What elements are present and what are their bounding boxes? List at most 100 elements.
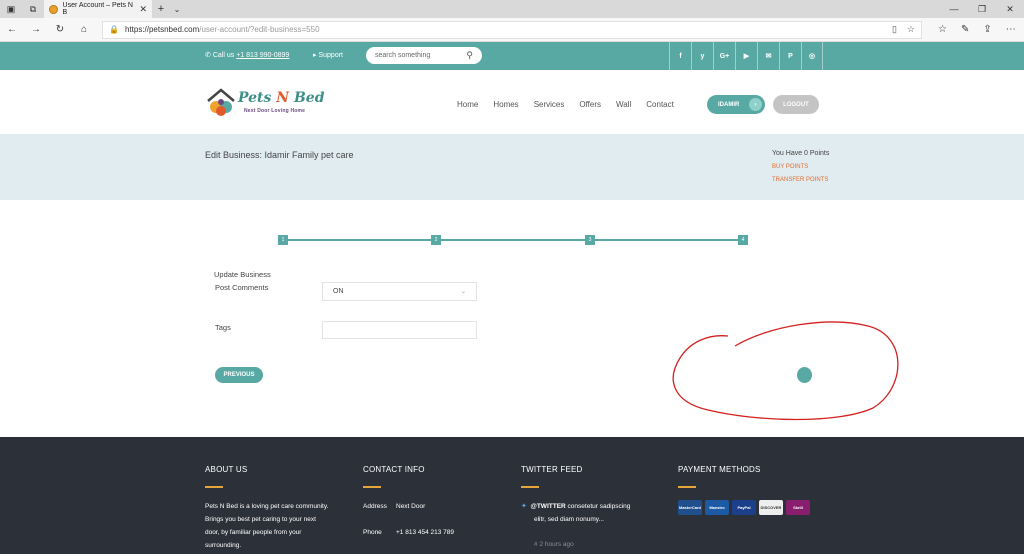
section-heading: Update Business	[214, 270, 271, 279]
facebook-icon[interactable]: f	[669, 42, 691, 70]
hash-icon: #	[534, 541, 538, 548]
nav-wall[interactable]: Wall	[616, 100, 631, 109]
close-tab-icon[interactable]: ✕	[139, 4, 147, 15]
support-label: Support	[318, 52, 343, 59]
main-nav: Home Homes Services Offers Wall Contact	[457, 100, 689, 109]
url-path: /user-account/?edit-business=550	[199, 25, 320, 34]
forward-icon[interactable]: →	[24, 24, 48, 35]
browser-tab-bar: ▣ ⧉ User Account – Pets N B ✕ + ⌄ — ❐ ✕	[0, 0, 1024, 18]
twitter-underline	[521, 486, 539, 488]
close-window-icon[interactable]: ✕	[996, 4, 1024, 15]
tab-actions-icon[interactable]: ▣	[0, 0, 22, 18]
social-links: f y G+ ▶ ✉ P ◎	[669, 42, 823, 70]
minimize-icon[interactable]: —	[940, 4, 968, 15]
skrill-logo: Skrill	[786, 500, 810, 515]
refresh-icon[interactable]: ↻	[48, 24, 72, 35]
user-button-label: IDAMIR	[718, 101, 740, 108]
restore-icon[interactable]: ❐	[968, 4, 996, 15]
paypal-logo: PayPal	[732, 500, 756, 515]
youtube-icon[interactable]: ▶	[735, 42, 757, 70]
tweet-time: # 2 hours ago	[534, 541, 574, 548]
window-controls: — ❐ ✕	[940, 4, 1024, 15]
page-title-band: Edit Business: Idamir Family pet care Yo…	[0, 134, 1024, 200]
support-link[interactable]: ▸ Support	[313, 51, 343, 59]
favorites-icon[interactable]: ☆	[938, 24, 947, 35]
previous-button[interactable]: PREVIOUS	[215, 367, 263, 383]
site-header: Pets N Bed Next Door Loving Home Home Ho…	[0, 70, 1024, 134]
pinterest-icon[interactable]: P	[779, 42, 801, 70]
caret-right-icon: ▸	[313, 52, 317, 59]
logo-house-icon	[207, 88, 235, 116]
mastercard-logo: MasterCard	[678, 500, 702, 515]
share-icon[interactable]: ⇪	[983, 24, 991, 35]
nav-services[interactable]: Services	[534, 100, 565, 109]
call-us: ✆ Call us +1 813 990-0899	[205, 51, 289, 59]
search-placeholder: search something	[375, 52, 431, 59]
contact-underline	[363, 486, 381, 488]
url-host: https://petsnbed.com	[124, 25, 200, 34]
step-4[interactable]: 4	[738, 235, 748, 245]
points-balance: You Have 0 Points	[772, 150, 830, 157]
more-icon[interactable]: ⋯	[1006, 24, 1016, 35]
step-1[interactable]: 1	[278, 235, 288, 245]
tweet-handle[interactable]: @TWITTER	[531, 503, 566, 510]
instagram-icon[interactable]: ◎	[801, 42, 823, 70]
search-icon[interactable]: ⚲	[466, 50, 473, 61]
reading-view-icon[interactable]: ▯	[892, 24, 897, 35]
buy-points-link[interactable]: BUY POINTS	[772, 164, 808, 170]
about-underline	[205, 486, 223, 488]
tags-input[interactable]	[322, 321, 477, 339]
back-icon[interactable]: ←	[0, 24, 24, 35]
step-progress: 1 2 3 4	[278, 235, 748, 245]
tab-title: User Account – Pets N B	[62, 2, 133, 16]
address-value: Next Door	[396, 503, 426, 510]
hand-drawn-annotation	[672, 321, 899, 421]
payment-underline	[678, 486, 696, 488]
search-input[interactable]: search something ⚲	[366, 47, 482, 64]
about-text: Pets N Bed is a loving pet care communit…	[205, 503, 329, 549]
phone-label: Phone	[363, 529, 382, 536]
twitter-icon[interactable]: y	[691, 42, 713, 70]
page-title: Edit Business: Idamir Family pet care	[205, 150, 354, 160]
browser-tab[interactable]: User Account – Pets N B ✕	[44, 0, 152, 18]
post-comments-value: ON	[333, 288, 344, 295]
payment-title: PAYMENT METHODS	[678, 465, 761, 474]
site-footer: ABOUT US Pets N Bed is a loving pet care…	[0, 437, 1024, 554]
lock-icon: 🔒	[109, 25, 119, 34]
new-tab-icon[interactable]: +	[152, 3, 170, 15]
site-logo[interactable]: Pets N Bed Next Door Loving Home	[205, 84, 325, 120]
browser-address-bar: ← → ↻ ⌂ 🔒 https://petsnbed.com/user-acco…	[0, 18, 1024, 42]
chevron-down-icon[interactable]: ⌄	[170, 5, 184, 14]
nav-homes[interactable]: Homes	[493, 100, 518, 109]
logo-tagline: Next Door Loving Home	[244, 108, 306, 114]
home-icon[interactable]: ⌂	[72, 24, 96, 35]
nav-offers[interactable]: Offers	[579, 100, 601, 109]
contact-title: CONTACT INFO	[363, 465, 425, 474]
chevron-down-icon: ⌄	[460, 289, 466, 295]
step-line	[283, 239, 743, 241]
phone-link[interactable]: +1 813 990-0899	[236, 52, 289, 59]
maestro-logo: Maestro	[705, 500, 729, 515]
about-title: ABOUT US	[205, 465, 248, 474]
nav-contact[interactable]: Contact	[646, 100, 674, 109]
nav-home[interactable]: Home	[457, 100, 478, 109]
url-input[interactable]: 🔒 https://petsnbed.com/user-account/?edi…	[102, 20, 922, 39]
logo-text: Pets N Bed	[238, 90, 325, 106]
step-3[interactable]: 3	[585, 235, 595, 245]
post-comments-select[interactable]: ON ⌄	[322, 282, 477, 301]
step-2[interactable]: 2	[431, 235, 441, 245]
logout-button[interactable]: LOGOUT	[773, 95, 819, 114]
phone-value: +1 813 454 213 789	[396, 529, 455, 536]
call-label: Call us	[212, 52, 235, 59]
tweet: ✦ @TWITTER consetetur sadipscing elitr, …	[521, 503, 631, 523]
pen-icon[interactable]: ✎	[961, 24, 969, 35]
tab-preview-icon[interactable]: ⧉	[22, 0, 44, 18]
address-label: Address	[363, 503, 387, 510]
google-plus-icon[interactable]: G+	[713, 42, 735, 70]
transfer-points-link[interactable]: TRANSFER POINTS	[772, 177, 828, 183]
user-account-button[interactable]: IDAMIR ›	[707, 95, 765, 114]
site-top-bar: ✆ Call us +1 813 990-0899 ▸ Support sear…	[0, 42, 1024, 70]
email-icon[interactable]: ✉	[757, 42, 779, 70]
favorite-star-icon[interactable]: ☆	[907, 24, 915, 35]
tags-label: Tags	[215, 323, 231, 332]
